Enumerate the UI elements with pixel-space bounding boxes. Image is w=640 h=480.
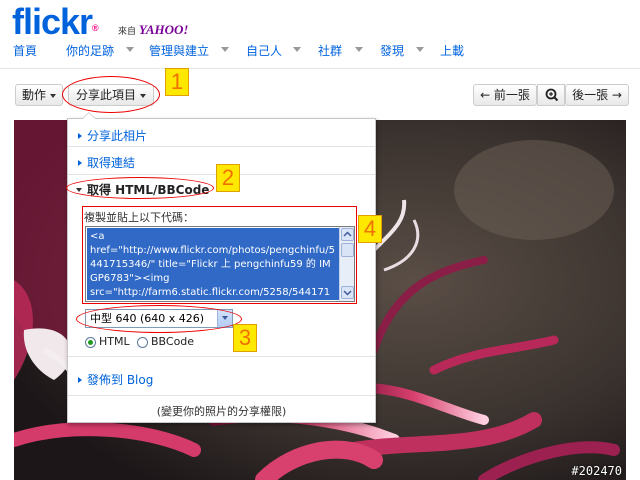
share-photo-label: 分享此相片 <box>87 129 148 143</box>
annotation-number-4: 4 <box>358 215 382 243</box>
yahoo-brand: YAHOO! <box>138 22 189 37</box>
header-divider <box>0 68 640 69</box>
blog-link[interactable]: 發佈到 Blog <box>68 371 375 389</box>
bbcode-radio-label[interactable]: BBCode <box>151 335 194 348</box>
yahoo-prefix: 來自 <box>118 27 137 37</box>
watermark: #202470 <box>571 464 622 478</box>
bbcode-radio[interactable] <box>137 337 148 348</box>
share-photo-link[interactable]: 分享此相片 <box>68 127 375 145</box>
chevron-down-icon[interactable] <box>416 47 424 52</box>
html-radio-label[interactable]: HTML <box>99 335 130 348</box>
divider <box>68 146 375 147</box>
nav-you[interactable]: 你的足跡 <box>66 42 114 60</box>
blog-label: 發佈到 Blog <box>87 373 154 387</box>
logo-text: flickr <box>12 1 93 42</box>
chevron-down-icon[interactable] <box>126 47 134 52</box>
divider <box>68 356 375 357</box>
dropdown-pointer <box>82 112 96 119</box>
annotation-number-2: 2 <box>216 164 240 192</box>
zoom-button[interactable] <box>537 84 565 106</box>
magnifier-icon <box>545 88 559 102</box>
nav-organize[interactable]: 管理與建立 <box>149 42 209 60</box>
privacy-note[interactable]: (變更你的照片的分享權限) <box>68 403 375 419</box>
nav-explore[interactable]: 發現 <box>380 42 404 60</box>
caret-right-icon <box>78 133 82 139</box>
actions-label: 動作 <box>22 88 47 102</box>
highlight-box-code <box>82 206 357 304</box>
yahoo-badge: 來自 YAHOO! <box>118 22 189 38</box>
nav-contacts[interactable]: 自己人 <box>246 42 282 60</box>
flickr-logo[interactable]: flickr® <box>12 1 99 42</box>
nav-groups[interactable]: 社群 <box>318 42 342 60</box>
annotation-number-1: 1 <box>165 68 189 96</box>
chevron-down-icon <box>50 93 57 98</box>
highlight-oval-html <box>66 177 214 199</box>
prev-button[interactable]: ← 前一張 <box>473 84 537 106</box>
nav-upload[interactable]: 上載 <box>440 42 464 60</box>
chevron-down-icon[interactable] <box>355 47 363 52</box>
next-button[interactable]: 後一張 → <box>565 84 629 106</box>
next-label: 後一張 → <box>572 88 622 102</box>
nav-home[interactable]: 首頁 <box>13 42 37 60</box>
actions-button[interactable]: 動作 <box>15 84 64 106</box>
chevron-down-icon[interactable] <box>293 47 301 52</box>
get-link-label: 取得連結 <box>87 156 136 170</box>
caret-right-icon <box>78 377 82 383</box>
highlight-oval-size <box>76 305 242 333</box>
prev-label: ← 前一張 <box>480 88 530 102</box>
chevron-down-icon[interactable] <box>221 47 229 52</box>
divider <box>68 395 375 396</box>
annotation-number-3: 3 <box>233 324 257 352</box>
html-radio[interactable] <box>85 337 96 348</box>
caret-right-icon <box>78 160 82 166</box>
main-nav: 首頁 你的足跡 管理與建立 自己人 社群 發現 上載 <box>0 42 640 62</box>
registered-mark: ® <box>92 23 99 33</box>
highlight-oval-share <box>62 76 160 113</box>
